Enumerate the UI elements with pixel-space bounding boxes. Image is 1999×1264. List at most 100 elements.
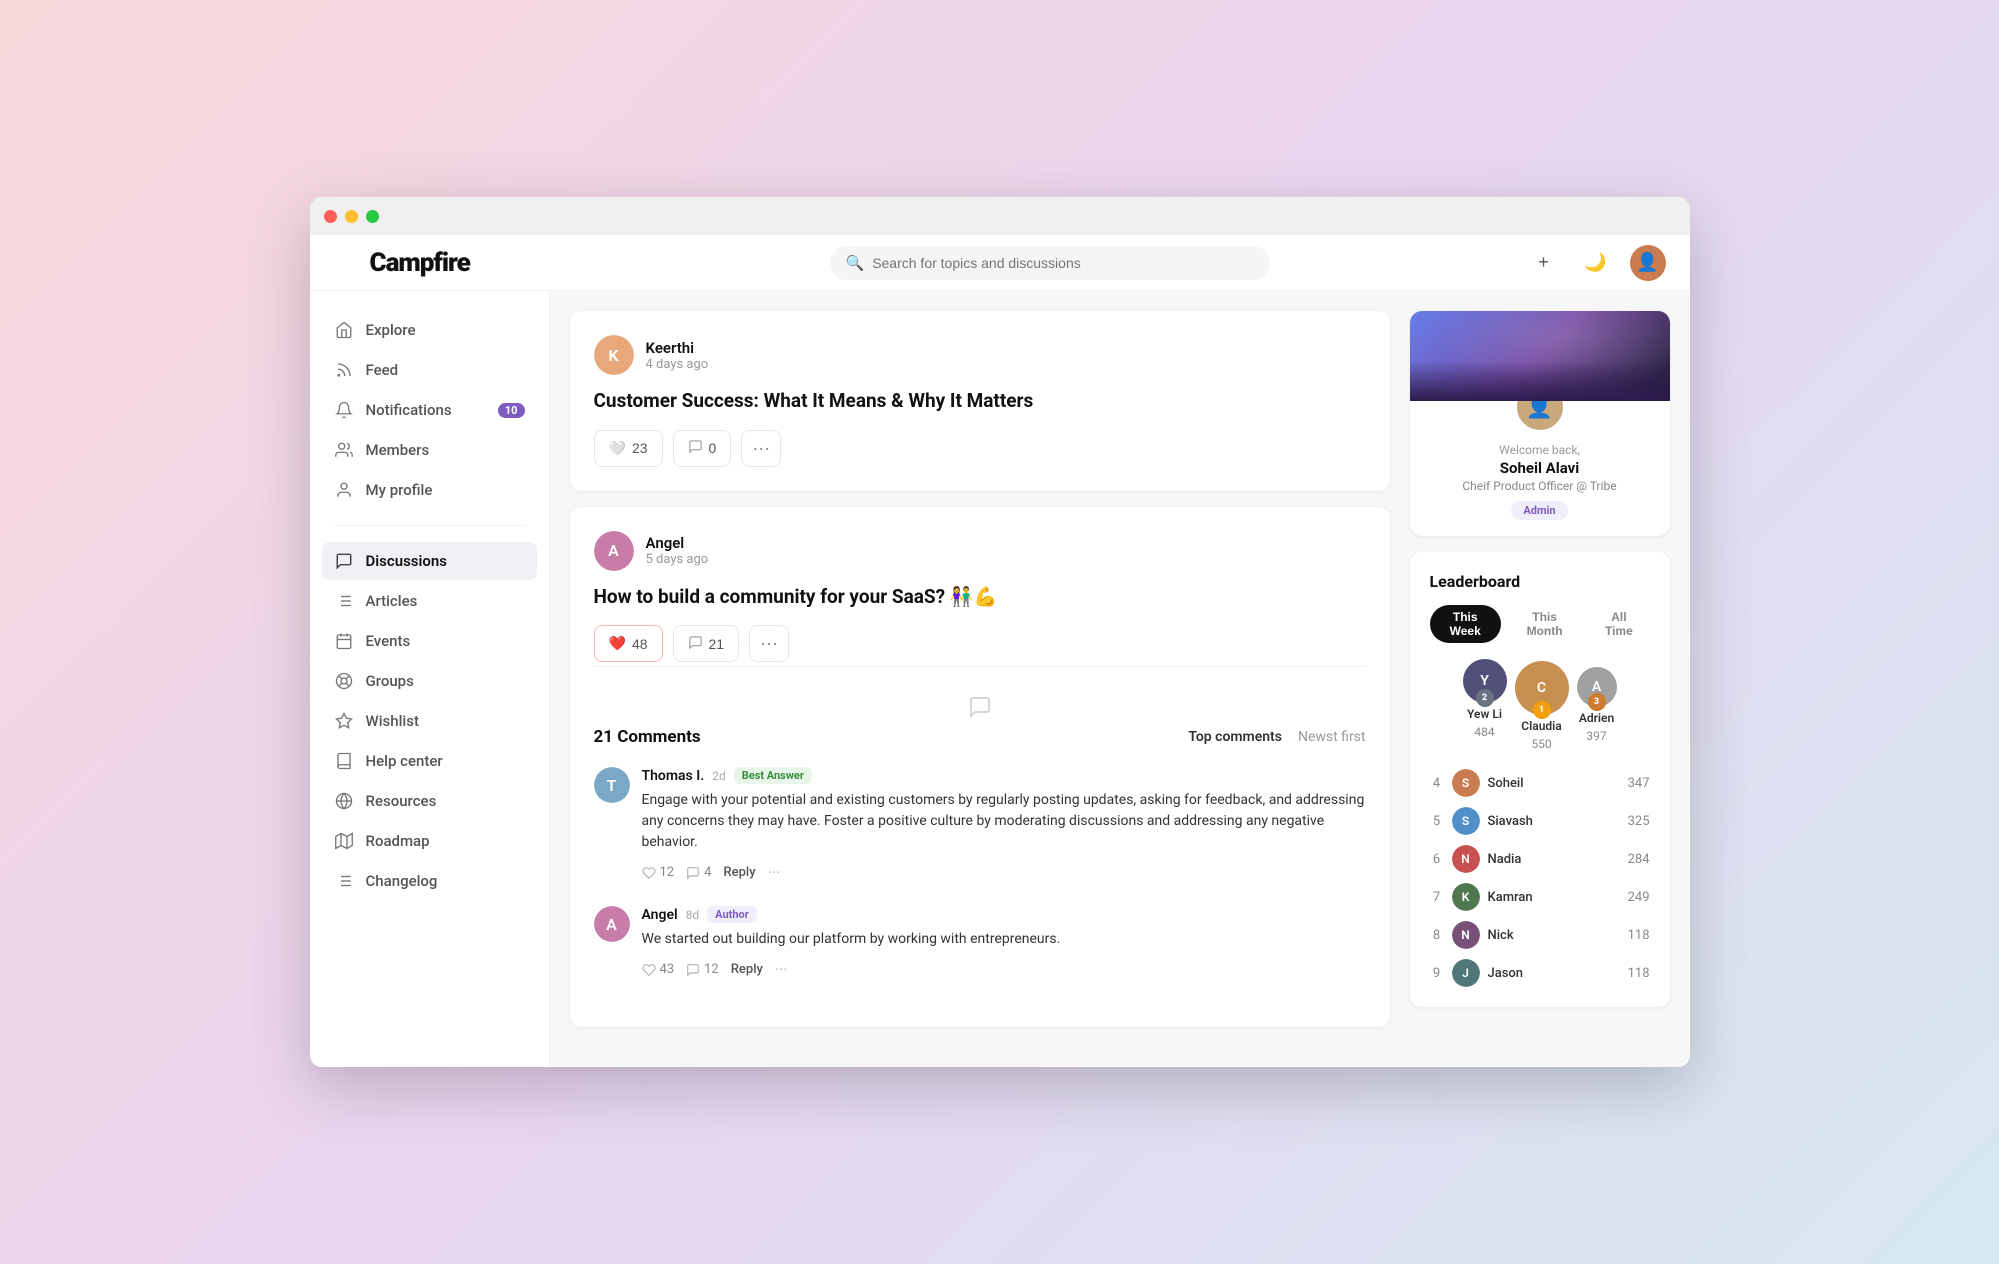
lb-rank-badge-2: 2 — [1476, 689, 1494, 707]
profile-role: Cheif Product Officer @ Tribe — [1462, 479, 1616, 493]
comment-button-2[interactable]: 21 — [673, 625, 740, 662]
lb-name-7: Kamran — [1488, 890, 1620, 905]
post-header-1: K Keerthi 4 days ago — [594, 335, 1366, 375]
post-card-2: A Angel 5 days ago How to build a commun… — [570, 507, 1390, 1028]
bell-icon — [334, 400, 354, 420]
lb-tab-this-month[interactable]: This Month — [1507, 605, 1582, 643]
lb-rank-8: 8 — [1430, 928, 1444, 943]
profile-name: Soheil Alavi — [1500, 459, 1579, 477]
sidebar-item-help[interactable]: Help center — [322, 742, 537, 780]
leaderboard-title: Leaderboard — [1430, 572, 1650, 591]
post-header-2: A Angel 5 days ago — [594, 531, 1366, 571]
sidebar-item-explore[interactable]: Explore — [322, 311, 537, 349]
lb-name-1: Claudia — [1521, 719, 1561, 733]
sidebar-item-events[interactable]: Events — [322, 622, 537, 660]
more-button-2[interactable]: ··· — [749, 625, 789, 662]
lb-list-item-6: 6 N Nadia 284 — [1430, 845, 1650, 873]
lb-top-item-2: Y 2 Yew Li 484 — [1463, 659, 1507, 739]
comment-more-2[interactable]: ··· — [775, 960, 788, 979]
topbar: Campfire 🔍 + 🌙 👤 — [310, 235, 1690, 291]
sidebar-label-articles: Articles — [366, 592, 418, 610]
comment-like-1[interactable]: 12 — [642, 865, 675, 880]
like-button-2[interactable]: ❤️ 48 — [594, 625, 663, 662]
lb-score-2: 484 — [1474, 725, 1494, 739]
right-panel: 👤 Welcome back, Soheil Alavi Cheif Produ… — [1410, 311, 1670, 1047]
sidebar-item-wishlist[interactable]: Wishlist — [322, 702, 537, 740]
comment-reply-count-2[interactable]: 12 — [686, 962, 719, 977]
lb-list-avatar-jason: J — [1452, 959, 1480, 987]
sidebar-label-feed: Feed — [366, 361, 399, 379]
lb-score-8: 118 — [1628, 928, 1650, 943]
sidebar-item-groups[interactable]: Groups — [322, 662, 537, 700]
lb-name-6: Nadia — [1488, 852, 1620, 867]
sidebar-item-my-profile[interactable]: My profile — [322, 471, 537, 509]
sidebar-item-discussions[interactable]: Discussions — [322, 542, 537, 580]
titlebar — [310, 197, 1690, 235]
sidebar-label-help: Help center — [366, 752, 443, 770]
search-bar[interactable]: 🔍 — [830, 246, 1270, 280]
sidebar-nav-primary: Explore Feed Notif — [310, 311, 549, 509]
sidebar-item-resources[interactable]: Resources — [322, 782, 537, 820]
post-actions-2: ❤️ 48 21 ··· — [594, 625, 1366, 662]
lb-score-4: 347 — [1628, 776, 1650, 791]
lb-list-item-8: 8 N Nick 118 — [1430, 921, 1650, 949]
comment-like-2[interactable]: 43 — [642, 962, 675, 977]
lb-rank-badge-3: 3 — [1588, 693, 1606, 711]
dark-mode-button[interactable]: 🌙 — [1578, 245, 1614, 281]
post-time-2: 5 days ago — [646, 552, 709, 567]
sidebar-label-notifications: Notifications — [366, 401, 452, 419]
comment-reply-count-1[interactable]: 4 — [686, 865, 711, 880]
sidebar-item-notifications[interactable]: Notifications 10 — [322, 391, 537, 429]
comment-body-1: Thomas I. 2d Best Answer Engage with you… — [642, 767, 1366, 882]
leaderboard-top3: Y 2 Yew Li 484 C 1 Claudia — [1430, 659, 1650, 751]
lb-list-avatar-nick: N — [1452, 921, 1480, 949]
comment-more-1[interactable]: ··· — [768, 863, 781, 882]
comment-button-1[interactable]: 0 — [673, 430, 732, 467]
sort-newest[interactable]: Newst first — [1298, 729, 1366, 745]
lb-list-item-9: 9 J Jason 118 — [1430, 959, 1650, 987]
comments-sort: Top comments Newst first — [1188, 729, 1365, 745]
sidebar: Explore Feed Notif — [310, 291, 550, 1067]
lb-list-avatar-nadia: N — [1452, 845, 1480, 873]
reply-button-1[interactable]: Reply — [723, 865, 755, 880]
sidebar-label-roadmap: Roadmap — [366, 832, 430, 850]
add-button[interactable]: + — [1526, 245, 1562, 281]
sidebar-item-changelog[interactable]: Changelog — [322, 862, 537, 900]
author-badge: Author — [707, 906, 757, 923]
maximize-btn[interactable] — [366, 210, 379, 223]
comment-count-1: 0 — [709, 440, 717, 456]
reply-button-2[interactable]: Reply — [731, 962, 763, 977]
lb-name-5: Siavash — [1488, 814, 1620, 829]
lb-list-item-7: 7 K Kamran 249 — [1430, 883, 1650, 911]
search-icon: 🔍 — [846, 254, 865, 272]
sidebar-label-discussions: Discussions — [366, 552, 447, 570]
search-input[interactable] — [872, 255, 1253, 271]
comment-avatar-angel2: A — [594, 906, 630, 942]
sidebar-item-articles[interactable]: Articles — [322, 582, 537, 620]
sidebar-label-members: Members — [366, 441, 430, 459]
lb-tab-this-week[interactable]: This Week — [1430, 605, 1501, 643]
lb-name-3: Adrien — [1579, 711, 1614, 725]
sort-top-comments[interactable]: Top comments — [1188, 729, 1282, 745]
lb-list-item-4: 4 S Soheil 347 — [1430, 769, 1650, 797]
best-answer-badge: Best Answer — [734, 767, 812, 784]
sidebar-label-events: Events — [366, 632, 411, 650]
lb-score-9: 118 — [1628, 966, 1650, 981]
minimize-btn[interactable] — [345, 210, 358, 223]
lb-tab-all-time[interactable]: All Time — [1588, 605, 1649, 643]
profile-card: 👤 Welcome back, Soheil Alavi Cheif Produ… — [1410, 311, 1670, 536]
sidebar-item-members[interactable]: Members — [322, 431, 537, 469]
lb-list-avatar-siavash: S — [1452, 807, 1480, 835]
like-button-1[interactable]: 🤍 23 — [594, 430, 663, 467]
post-title-2: How to build a community for your SaaS? … — [594, 585, 1366, 610]
lb-name-8: Nick — [1488, 928, 1620, 943]
feed-icon — [334, 360, 354, 380]
user-avatar[interactable]: 👤 — [1630, 245, 1666, 281]
close-btn[interactable] — [324, 210, 337, 223]
more-button-1[interactable]: ··· — [741, 430, 781, 467]
wishlist-icon — [334, 711, 354, 731]
sidebar-item-roadmap[interactable]: Roadmap — [322, 822, 537, 860]
lb-avatar-wrap-3: A 3 — [1577, 667, 1617, 707]
comment-text-2: We started out building our platform by … — [642, 929, 1366, 950]
sidebar-item-feed[interactable]: Feed — [322, 351, 537, 389]
